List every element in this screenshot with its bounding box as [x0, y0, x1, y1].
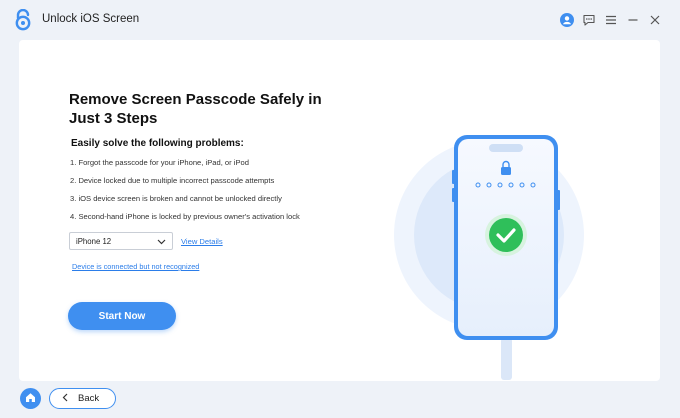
home-button[interactable] [20, 388, 41, 409]
close-icon[interactable] [644, 11, 666, 29]
list-item: 4. Second-hand iPhone is locked by previ… [70, 212, 300, 221]
feedback-icon[interactable] [578, 11, 600, 29]
list-item: 2. Device locked due to multiple incorre… [70, 176, 275, 185]
minimize-icon[interactable] [622, 11, 644, 29]
title-bar: Unlock iOS Screen [0, 0, 680, 40]
back-label: Back [78, 393, 100, 404]
start-now-button[interactable]: Start Now [68, 302, 176, 330]
device-not-recognized-link[interactable]: Device is connected but not recognized [72, 262, 199, 271]
problems-heading: Easily solve the following problems: [71, 138, 244, 149]
view-details-link[interactable]: View Details [181, 237, 223, 246]
back-button[interactable]: Back [49, 388, 116, 409]
home-icon [25, 390, 36, 408]
page-title: Remove Screen Passcode Safely in Just 3 … [69, 91, 322, 127]
chevron-left-icon [62, 393, 68, 405]
lock-logo-icon [13, 8, 33, 31]
chevron-down-icon [157, 238, 166, 247]
problems-list: 1. Forgot the passcode for your iPhone, … [70, 157, 300, 229]
window-controls [556, 11, 666, 29]
main-card: Remove Screen Passcode Safely in Just 3 … [19, 40, 660, 381]
device-model-select[interactable]: iPhone 12 [69, 232, 173, 250]
list-item: 3. iOS device screen is broken and canno… [70, 194, 282, 203]
list-item: 1. Forgot the passcode for your iPhone, … [70, 158, 249, 167]
phone-illustration [374, 85, 624, 385]
app-title: Unlock iOS Screen [42, 13, 140, 25]
device-model-value: iPhone 12 [76, 236, 112, 246]
menu-icon[interactable] [600, 11, 622, 29]
account-icon[interactable] [556, 11, 578, 29]
